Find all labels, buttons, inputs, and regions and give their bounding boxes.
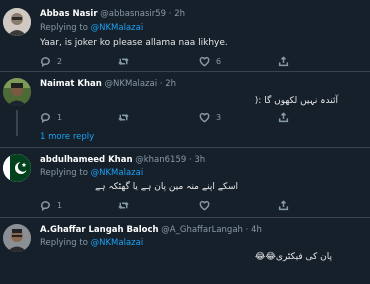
tweet-time[interactable]: 2h bbox=[165, 79, 176, 89]
mention-link[interactable]: @NKMalazai bbox=[91, 168, 144, 178]
reply-icon bbox=[41, 201, 50, 211]
avatar-image bbox=[3, 78, 31, 106]
author-handle[interactable]: @A_GhaffarLangah bbox=[161, 225, 243, 235]
author-handle[interactable]: @khan6159 bbox=[135, 155, 186, 165]
author-name[interactable]: A.Ghaffar Langah Baloch bbox=[40, 225, 159, 235]
like-button[interactable]: 3 bbox=[199, 112, 221, 123]
conversation-thread: Abbas Nasir @abbasnasir59 · 2h Replying … bbox=[0, 0, 370, 284]
tweet-text: پان کی فیکٹری😂😂 bbox=[254, 252, 332, 262]
tweet[interactable]: A.Ghaffar Langah Baloch @A_GhaffarLangah… bbox=[0, 218, 370, 284]
tweet[interactable]: abdulhameed Khan @khan6159 · 3h Replying… bbox=[0, 148, 370, 218]
tweet-header: abdulhameed Khan @khan6159 · 3h bbox=[40, 155, 206, 165]
avatar[interactable] bbox=[3, 224, 31, 252]
tweet-actions: 2 6 bbox=[40, 56, 320, 68]
tweet[interactable]: Abbas Nasir @abbasnasir59 · 2h Replying … bbox=[0, 0, 370, 72]
reply-button[interactable]: 2 bbox=[40, 56, 62, 67]
replying-to-label: Replying to bbox=[40, 168, 88, 178]
share-button[interactable] bbox=[278, 112, 289, 123]
like-count: 6 bbox=[216, 57, 222, 66]
like-button[interactable]: 6 bbox=[199, 56, 221, 67]
like-icon bbox=[199, 56, 210, 67]
avatar[interactable] bbox=[3, 8, 31, 36]
tweet-time[interactable]: 2h bbox=[174, 9, 185, 19]
retweet-button[interactable] bbox=[118, 200, 135, 211]
retweet-icon bbox=[118, 114, 129, 121]
pakistan-flag-avatar bbox=[3, 154, 31, 182]
like-icon bbox=[199, 200, 210, 211]
tweet[interactable]: Naimat Khan @NKMalazai · 2h آئندہ نہیں ل… bbox=[0, 72, 370, 148]
share-icon bbox=[278, 56, 289, 67]
tweet-header: Abbas Nasir @abbasnasir59 · 2h bbox=[40, 9, 185, 19]
reply-count: 1 bbox=[57, 201, 63, 210]
replying-to: Replying to @NKMalazai bbox=[40, 238, 143, 248]
retweet-icon bbox=[118, 58, 129, 65]
reply-button[interactable]: 1 bbox=[40, 200, 62, 211]
replying-to-label: Replying to bbox=[40, 238, 88, 248]
avatar[interactable] bbox=[3, 154, 31, 182]
tweet-text: Yaar, is joker ko please allama naa likh… bbox=[40, 38, 228, 48]
reply-icon bbox=[41, 57, 50, 67]
reply-button[interactable]: 1 bbox=[40, 112, 62, 123]
author-handle[interactable]: @NKMalazai bbox=[105, 79, 158, 89]
like-icon bbox=[199, 112, 210, 123]
show-more-replies-link[interactable]: 1 more reply bbox=[40, 132, 94, 142]
tweet-header: A.Ghaffar Langah Baloch @A_GhaffarLangah… bbox=[40, 225, 262, 235]
author-name[interactable]: Naimat Khan bbox=[40, 79, 102, 89]
tweet-actions: 1 3 bbox=[40, 112, 320, 124]
author-handle[interactable]: @abbasnasir59 bbox=[100, 9, 166, 19]
tweet-actions: 1 bbox=[40, 200, 320, 212]
avatar-image bbox=[3, 224, 31, 252]
replying-to: Replying to @NKMalazai bbox=[40, 23, 143, 33]
reply-count: 2 bbox=[57, 57, 63, 66]
avatar[interactable] bbox=[3, 78, 31, 106]
like-count: 3 bbox=[216, 113, 222, 122]
replying-to-label: Replying to bbox=[40, 23, 88, 33]
tweet-time[interactable]: 4h bbox=[251, 225, 262, 235]
reply-icon bbox=[41, 113, 50, 123]
share-icon bbox=[278, 200, 289, 211]
tweet-text: اسکے اپنے منہ مین پان ہے یا گھٹکہ ہے bbox=[95, 182, 238, 192]
retweet-button[interactable] bbox=[118, 56, 135, 67]
mention-link[interactable]: @NKMalazai bbox=[91, 23, 144, 33]
mention-link[interactable]: @NKMalazai bbox=[91, 238, 144, 248]
tweet-header: Naimat Khan @NKMalazai · 2h bbox=[40, 79, 176, 89]
like-button[interactable] bbox=[199, 200, 216, 211]
author-name[interactable]: abdulhameed Khan bbox=[40, 155, 133, 165]
tweet-text: آئندہ نہیں لکھوں گا :( bbox=[254, 96, 338, 106]
share-icon bbox=[278, 112, 289, 123]
thread-connector bbox=[16, 110, 18, 136]
retweet-button[interactable] bbox=[118, 112, 135, 123]
retweet-icon bbox=[118, 202, 129, 209]
reply-count: 1 bbox=[57, 113, 63, 122]
avatar-image bbox=[3, 8, 31, 36]
share-button[interactable] bbox=[278, 200, 289, 211]
share-button[interactable] bbox=[278, 56, 289, 67]
author-name[interactable]: Abbas Nasir bbox=[40, 9, 98, 19]
tweet-time[interactable]: 3h bbox=[194, 155, 205, 165]
replying-to: Replying to @NKMalazai bbox=[40, 168, 143, 178]
